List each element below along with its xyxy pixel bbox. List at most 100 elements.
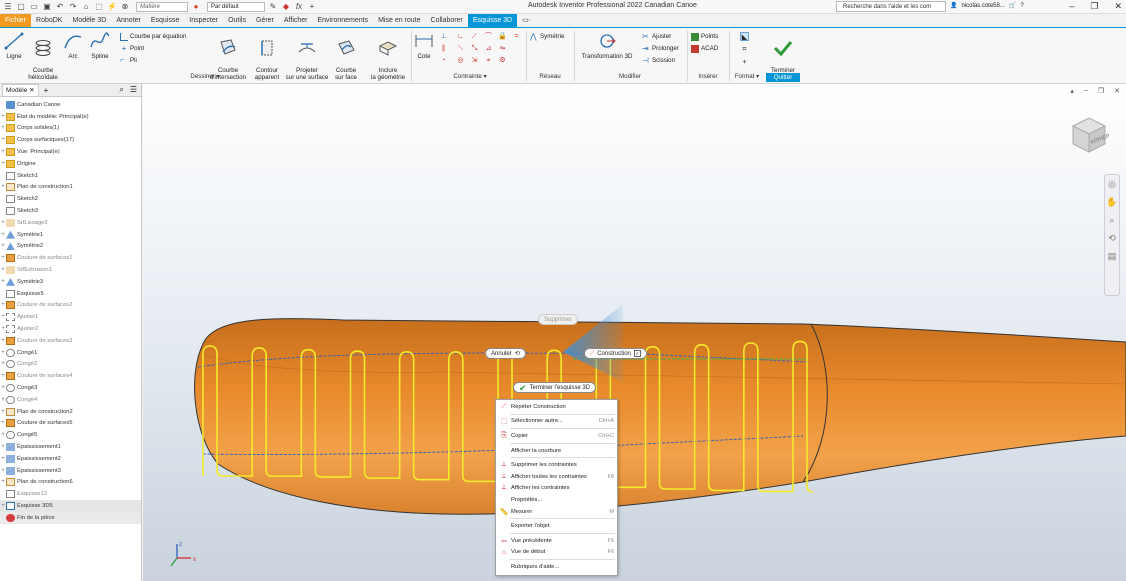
steering-wheel-icon[interactable]: ◎ <box>1105 175 1119 193</box>
acad-button[interactable]: ACAD <box>691 44 718 53</box>
constraint-horizontal-icon[interactable]: ⟍ <box>456 44 465 53</box>
browser-item[interactable]: + Plan de construction6 <box>0 477 141 489</box>
menu-item[interactable]: Rubriques d'aide... <box>496 561 617 573</box>
tab-annoter[interactable]: Annoter <box>111 14 146 27</box>
browser-item[interactable]: + Épaississement2 <box>0 453 141 465</box>
tab-esquisse[interactable]: Esquisse <box>146 14 184 27</box>
graphics-viewport[interactable]: ▴ – ❐ ✕ ARRIERE ◎ ✋ ⌕ ⟲ ▤ Supprimer Annu… <box>143 84 1126 581</box>
browser-tab-model[interactable]: Modèle ✕ <box>2 84 39 96</box>
group-dessiner[interactable]: Dessiner ▾ <box>150 73 260 80</box>
canoe-model[interactable] <box>143 84 1126 581</box>
tab-collaborer[interactable]: Collaborer <box>426 14 468 27</box>
constraint-fix-icon[interactable]: 🔒 <box>498 32 507 41</box>
tab-g-rer[interactable]: Gérer <box>251 14 279 27</box>
browser-item[interactable]: + Couture de surfaces5 <box>0 418 141 430</box>
trim-button[interactable]: ✂ Ajuster <box>642 32 671 41</box>
function-icon[interactable]: fx <box>294 2 304 12</box>
user-icon[interactable]: 👤 <box>950 2 957 9</box>
browser-item[interactable]: + Symétrie2 <box>0 241 141 253</box>
extend-button[interactable]: ⇥ Prolonger <box>642 44 679 53</box>
browser-item[interactable]: + Ajuster1 <box>0 311 141 323</box>
browser-item[interactable]: + Esquisse 3D5 <box>0 500 141 512</box>
save-icon[interactable]: ▣ <box>42 2 52 12</box>
add-browser-tab-icon[interactable]: + <box>44 86 49 95</box>
app-menu-icon[interactable]: ☰ <box>3 2 13 12</box>
tab-robodk[interactable]: RoboDK <box>31 14 67 27</box>
line-button[interactable]: Ligne <box>3 31 25 60</box>
menu-item[interactable]: ⟂ Afficher les contraintes <box>496 483 617 495</box>
help-search-input[interactable]: Recherche dans l'aide et les com <box>836 1 946 12</box>
browser-item[interactable]: + Plan de construction1 <box>0 182 141 194</box>
menu-item[interactable]: ⎘ Copier Ctrl+C <box>496 430 617 442</box>
constraint-symmetric-icon[interactable]: ⇋ <box>498 44 507 53</box>
browser-item[interactable]: + Vue: Principal(e) <box>0 146 141 158</box>
constraint-coincident-icon[interactable]: ∟ <box>456 32 465 41</box>
expand-toggle-icon[interactable]: + <box>0 232 6 238</box>
tab-outils[interactable]: Outils <box>223 14 251 27</box>
menu-item[interactable]: Propriétés... <box>496 494 617 506</box>
tab-environnements[interactable]: Environnements <box>313 14 374 27</box>
expand-toggle-icon[interactable]: + <box>0 243 6 249</box>
browser-item[interactable]: + Épaississement3 <box>0 465 141 477</box>
browser-item[interactable]: + État du modèle: Principal(e) <box>0 111 141 123</box>
menu-icon[interactable]: ☰ <box>130 85 137 95</box>
browser-item[interactable]: Sketch1 <box>0 170 141 182</box>
browser-item[interactable]: + Couture de surfaces2 <box>0 300 141 312</box>
menu-item[interactable]: Exporter l'objet <box>496 520 617 532</box>
material-dropdown[interactable]: Matière <box>136 1 188 12</box>
browser-item[interactable]: + Couture de surfaces3 <box>0 335 141 347</box>
update-icon[interactable]: ⚡ <box>107 2 117 12</box>
spline-button[interactable]: Spline <box>88 31 112 60</box>
menu-item[interactable]: ⟂ Afficher toutes les contraintes F8 <box>496 471 617 483</box>
browser-item[interactable]: + Origine <box>0 158 141 170</box>
select-mode-icon[interactable]: ⬚ <box>94 2 104 12</box>
undo-icon[interactable]: ↶ <box>55 2 65 12</box>
constraint-vertical-icon[interactable]: ⤡ <box>470 44 479 53</box>
browser-item[interactable]: + Couture de surfaces1 <box>0 252 141 264</box>
delete-pill[interactable]: Supprimer <box>538 314 578 325</box>
group-contrainte[interactable]: Contrainte ▾ <box>440 73 500 80</box>
tab-fichier[interactable]: Fichier <box>0 14 32 27</box>
browser-item[interactable]: Esquisse5 <box>0 288 141 300</box>
add-icon[interactable]: + <box>307 2 317 12</box>
browser-item[interactable]: + Congé2 <box>0 359 141 371</box>
tab-inspecter[interactable]: Inspecter <box>184 14 223 27</box>
browser-item[interactable]: + SrfExtrusion1 <box>0 264 141 276</box>
point-button[interactable]: + Point <box>120 44 144 53</box>
cart-icon[interactable]: 🛒 <box>1009 2 1016 9</box>
cancel-pill[interactable]: Annuler ⟲ <box>485 348 526 359</box>
menu-item[interactable]: ⟋ Répéter Construction <box>496 401 617 413</box>
browser-item[interactable]: Canadian Canoe <box>0 99 141 111</box>
tab-esquisse-3d[interactable]: Esquisse 3D <box>467 14 518 27</box>
appearance-dropdown[interactable]: Par défaut <box>207 1 265 12</box>
maximize-icon[interactable]: ❐ <box>1090 1 1098 12</box>
constraint-perpendicular-icon[interactable]: ⊥ <box>439 32 448 41</box>
search-icon[interactable]: ⌕ <box>119 85 123 95</box>
close-icon[interactable]: ✕ <box>1114 1 1122 12</box>
constraint-relax-icon[interactable]: ⚙ <box>498 56 507 65</box>
browser-item[interactable]: + Couture de surfaces4 <box>0 370 141 382</box>
include-geometry-button[interactable]: Inclure la géométrie <box>367 31 409 81</box>
construction-toggle-icon[interactable]: ◣ <box>740 32 749 41</box>
redo-icon[interactable]: ↷ <box>68 2 78 12</box>
points-button[interactable]: Points <box>691 32 718 41</box>
mirror-button[interactable]: ⋀ Symétrie <box>530 32 564 41</box>
construction-pill[interactable]: ⟋ Construction ✓ <box>584 348 647 359</box>
zoom-icon[interactable]: ⌕ <box>1105 211 1119 229</box>
group-format[interactable]: Format ▾ <box>730 73 764 80</box>
browser-item[interactable]: + Symétrie3 <box>0 276 141 288</box>
clear-appearance-icon[interactable]: ✎ <box>268 2 278 12</box>
finish-3d-sketch-pill[interactable]: ✔ Terminer l'esquisse 3D <box>513 382 597 393</box>
home-icon[interactable]: ⌂ <box>81 2 91 12</box>
browser-item[interactable]: Sketch3 <box>0 205 141 217</box>
constraint-equal-icon[interactable]: = <box>512 32 521 41</box>
look-at-icon[interactable]: ▤ <box>1105 247 1119 265</box>
menu-item[interactable]: ⟂ Supprimer les contraintes <box>496 459 617 471</box>
tab-mod-le-3d[interactable]: Modèle 3D <box>67 14 111 27</box>
browser-item[interactable]: + SrfLissage2 <box>0 217 141 229</box>
helical-curve-button[interactable]: Courbe hélicoïdale <box>27 31 59 81</box>
browser-item[interactable]: + Corps surfaciques(17) <box>0 134 141 146</box>
viewcube[interactable]: ARRIERE <box>1067 114 1109 156</box>
browser-item[interactable]: + Épaississement1 <box>0 441 141 453</box>
browser-item[interactable]: + Corps solides(1) <box>0 123 141 135</box>
